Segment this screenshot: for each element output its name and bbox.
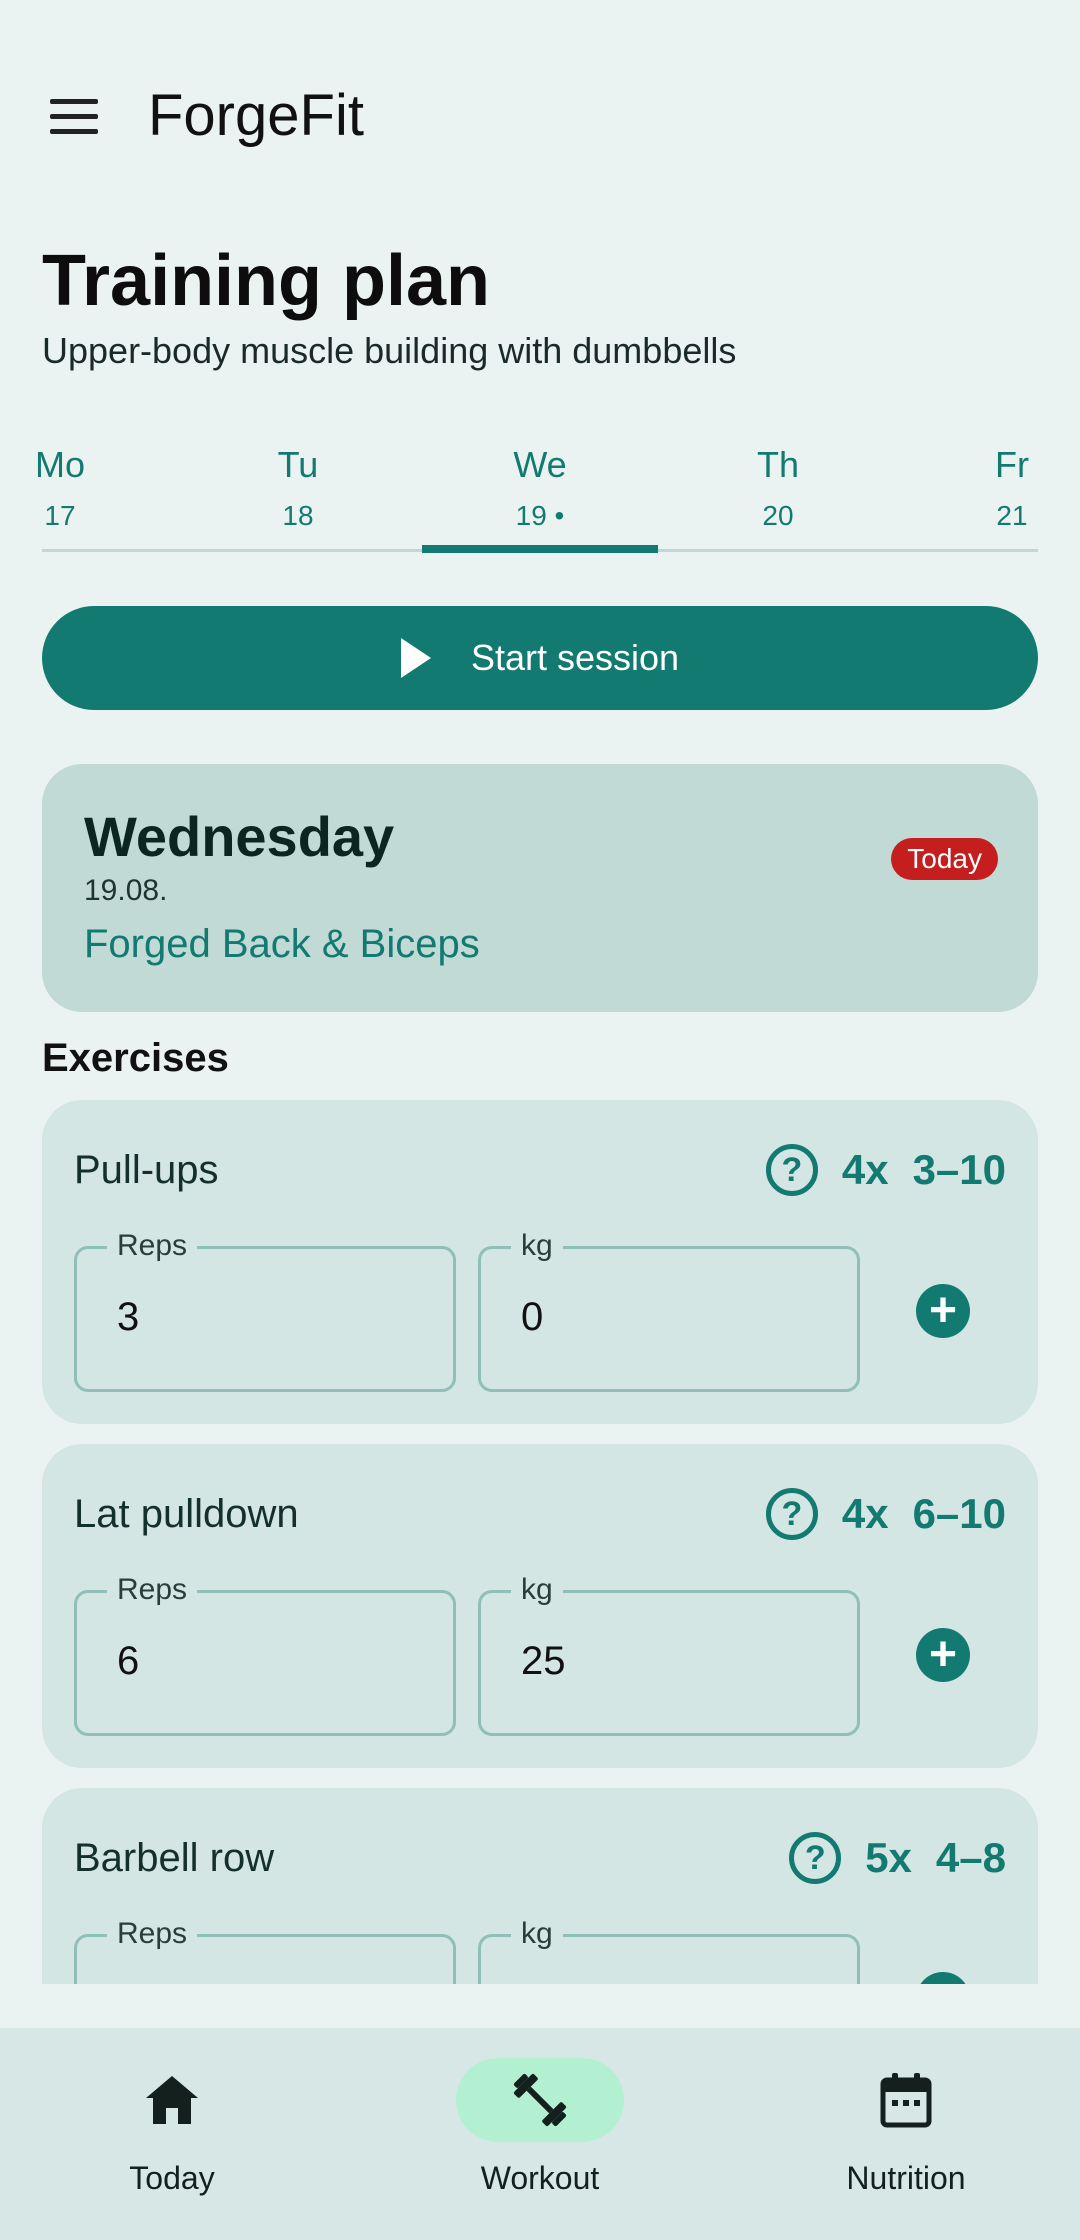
day-name: Th xyxy=(756,444,799,485)
day-number: 19 • xyxy=(515,500,565,531)
day-name: Tu xyxy=(277,444,319,485)
day-name: Mo xyxy=(34,444,85,485)
exercises-title: Exercises xyxy=(42,1036,229,1080)
add-set-icon[interactable]: + xyxy=(916,1628,970,1682)
app-bar: ForgeFit xyxy=(0,60,1080,170)
day-number: 21 xyxy=(996,500,1028,531)
exercise-rep-range: 6–10 xyxy=(912,1490,1006,1537)
start-session-button[interactable]: Start session xyxy=(42,606,1038,710)
exercise-target: ? 4x 6–10 xyxy=(765,1484,1006,1544)
day-selector: Mo 17 Tu 18 We 19 • Th 20 Fr 21 xyxy=(35,440,1038,553)
day-number: 20 xyxy=(762,500,794,531)
day-tab-th[interactable]: Th 20 xyxy=(660,440,896,552)
day-card-workout-name: Forged Back & Biceps xyxy=(84,922,480,966)
exercise-name: Pull-ups xyxy=(74,1148,219,1192)
exercise-name: Barbell row xyxy=(74,1836,275,1880)
nav-icon-container xyxy=(822,2058,990,2142)
reps-field-label: Reps xyxy=(107,1573,198,1607)
nav-workout[interactable]: Workout xyxy=(410,2058,670,2218)
kg-field-label: kg xyxy=(511,1229,563,1263)
nav-nutrition[interactable]: Nutrition xyxy=(776,2058,1036,2218)
nav-label: Nutrition xyxy=(846,2160,966,2196)
calendar-icon xyxy=(880,2073,932,2128)
exercise-card: Pull-ups ? 4x 3–10 Reps 3 kg 0 + xyxy=(42,1100,1038,1424)
nav-icon-container xyxy=(456,2058,624,2142)
exercise-rep-range: 4–8 xyxy=(935,1834,1006,1881)
add-set-icon[interactable]: + xyxy=(916,1972,970,1984)
exercise-rep-range: 3–10 xyxy=(912,1146,1006,1193)
reps-field-label: Reps xyxy=(107,1917,198,1951)
day-card-weekday: Wednesday xyxy=(84,805,395,868)
day-tab-tu[interactable]: Tu 18 xyxy=(180,440,416,552)
nav-label: Today xyxy=(129,2160,215,2196)
dumbbell-icon xyxy=(513,2073,567,2127)
exercise-card: Lat pulldown ? 4x 6–10 Reps 6 kg 25 + xyxy=(42,1444,1038,1768)
nav-icon-container xyxy=(88,2058,256,2142)
reps-field[interactable]: Reps xyxy=(74,1917,456,1984)
exercise-sets: 5x xyxy=(865,1834,912,1881)
day-number: 17 xyxy=(44,500,76,531)
play-icon xyxy=(400,638,431,678)
page-subtitle: Upper-body muscle building with dumbbell… xyxy=(42,330,737,371)
today-badge: Today xyxy=(891,838,998,880)
day-tab-fr[interactable]: Fr 21 xyxy=(894,440,1080,552)
day-card-date: 19.08. xyxy=(84,874,168,907)
day-name: Fr xyxy=(995,444,1029,485)
kg-field[interactable]: kg 0 xyxy=(478,1229,860,1392)
home-icon xyxy=(146,2076,198,2124)
kg-field-value: 25 xyxy=(521,1639,566,1683)
menu-icon[interactable] xyxy=(40,88,110,144)
exercise-card: Barbell row ? 5x 4–8 Reps kg + xyxy=(42,1788,1038,1984)
exercise-sets: 4x xyxy=(841,1146,889,1193)
help-icon[interactable]: ? xyxy=(789,1832,842,1884)
reps-field-value: 3 xyxy=(117,1295,140,1339)
reps-field-label: Reps xyxy=(107,1229,198,1263)
help-icon[interactable]: ? xyxy=(765,1488,818,1540)
add-set-icon[interactable]: + xyxy=(916,1284,970,1338)
reps-field[interactable]: Reps 6 xyxy=(74,1573,456,1736)
nav-today[interactable]: Today xyxy=(42,2058,302,2218)
exercise-sets: 4x xyxy=(841,1490,889,1537)
app-title: ForgeFit xyxy=(148,83,364,148)
reps-field[interactable]: Reps 3 xyxy=(74,1229,456,1392)
kg-field-label: kg xyxy=(511,1573,563,1607)
kg-field[interactable]: kg xyxy=(478,1917,860,1984)
kg-field[interactable]: kg 25 xyxy=(478,1573,860,1736)
exercise-target: ? 5x 4–8 xyxy=(789,1828,1006,1888)
day-tab-mo[interactable]: Mo 17 xyxy=(0,440,178,552)
kg-field-value: 0 xyxy=(521,1295,544,1339)
day-number: 18 xyxy=(282,500,314,531)
day-card: Wednesday 19.08. Forged Back & Biceps To… xyxy=(42,764,1038,1012)
day-name: We xyxy=(513,444,567,485)
bottom-navigation: Today Workout Nutrition xyxy=(0,2028,1080,2240)
reps-field-value: 6 xyxy=(117,1639,140,1683)
day-tab-we[interactable]: We 19 • xyxy=(422,440,658,553)
page-title: Training plan xyxy=(42,241,491,321)
exercise-list[interactable]: Pull-ups ? 4x 3–10 Reps 3 kg 0 + Lat pul… xyxy=(0,1100,1080,1984)
kg-field-label: kg xyxy=(511,1917,563,1951)
help-icon[interactable]: ? xyxy=(765,1144,818,1196)
nav-label: Workout xyxy=(480,2160,600,2196)
start-session-label: Start session xyxy=(470,637,680,678)
exercise-name: Lat pulldown xyxy=(74,1492,299,1536)
exercise-target: ? 4x 3–10 xyxy=(765,1140,1006,1200)
